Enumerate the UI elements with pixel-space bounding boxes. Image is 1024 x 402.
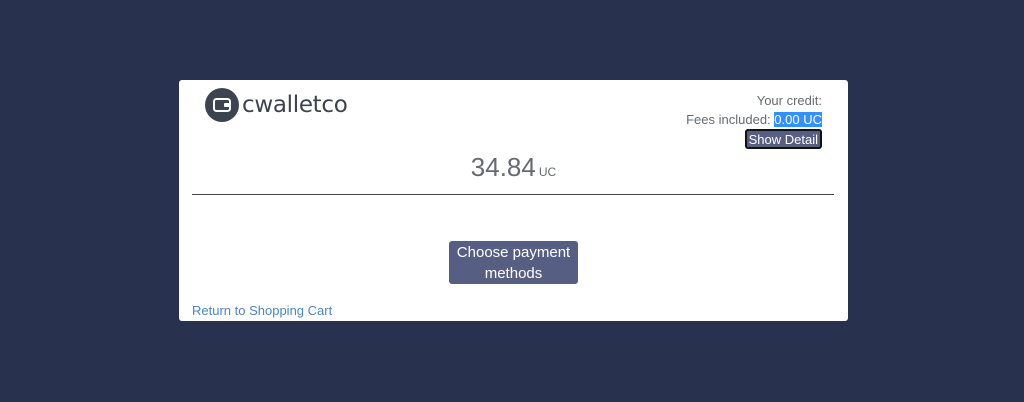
return-to-cart-link[interactable]: Return to Shopping Cart [192,303,332,318]
amount-unit: UC [538,165,557,179]
payment-card: cwalletco Your credit: Fees included: 0.… [179,80,848,321]
amount-value: 34.84 [470,152,536,182]
amount-display: 34.84 UC [179,152,848,183]
wallet-icon [205,88,239,122]
credit-panel: Your credit: Fees included: 0.00 UC Show… [686,91,822,149]
brand-logo: cwalletco [205,88,348,122]
show-detail-button[interactable]: Show Detail [744,129,822,149]
credit-label: Your credit: [756,93,822,108]
brand-name: cwalletco [242,92,348,118]
divider [192,194,834,195]
fees-label: Fees included: [686,112,771,127]
fees-row: Fees included: 0.00 UC [686,110,822,129]
choose-payment-methods-button[interactable]: Choose payment methods [449,241,578,284]
fees-value: 0.00 UC [774,112,822,127]
